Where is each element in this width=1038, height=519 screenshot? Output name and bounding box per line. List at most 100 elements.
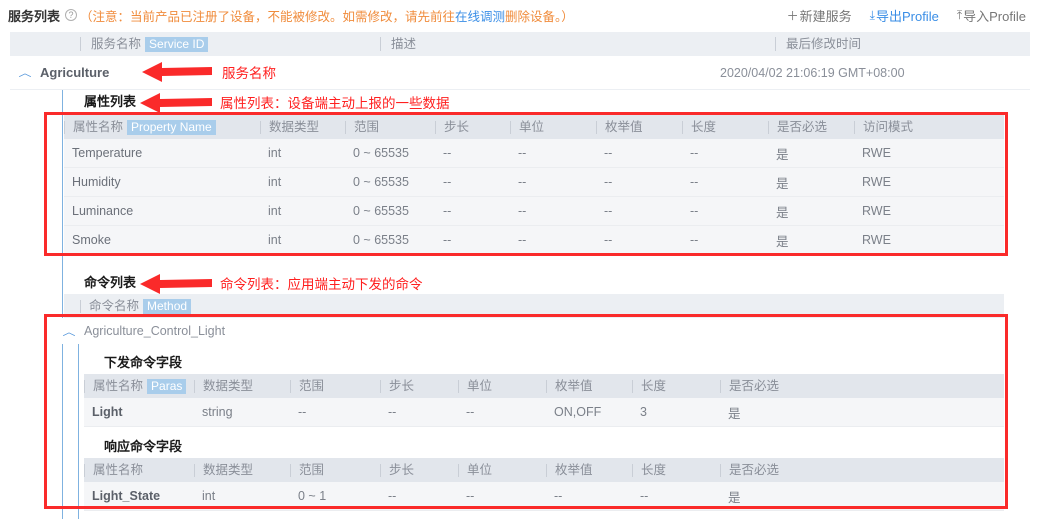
command-collapse-caret-icon[interactable]: ︿ bbox=[54, 324, 84, 338]
service-tree-rail bbox=[62, 90, 63, 519]
property-name-badge: Property Name bbox=[127, 119, 216, 135]
service-name-annotation: 服务名称 bbox=[222, 66, 276, 81]
cell-length: -- bbox=[690, 204, 699, 218]
cell-unit: -- bbox=[518, 175, 527, 189]
property-col-name-label: 属性名称 bbox=[73, 119, 124, 134]
table-row[interactable]: Luminance int 0 ~ 65535 -- -- -- -- 是 RWE bbox=[64, 197, 1004, 226]
cell-access: RWE bbox=[862, 204, 891, 218]
export-profile-label: 导出Profile bbox=[875, 8, 939, 24]
cell-unit: -- bbox=[518, 233, 527, 247]
left-arrow-icon bbox=[142, 62, 212, 82]
cell-step: -- bbox=[443, 175, 452, 189]
help-circle-icon[interactable]: ? bbox=[65, 9, 78, 21]
response-col-length: 长度 bbox=[632, 463, 720, 477]
response-col-type: 数据类型 bbox=[194, 463, 290, 477]
cell-required: 是 bbox=[776, 234, 789, 249]
import-profile-button[interactable]: ⤒ 导入Profile bbox=[957, 6, 1026, 25]
cell-range: 0 ~ 65535 bbox=[353, 233, 409, 247]
upload-icon: ⤒ bbox=[956, 7, 963, 22]
collapse-caret-icon[interactable]: ︿ bbox=[10, 65, 40, 79]
cell-step: -- bbox=[388, 405, 397, 419]
cell-name: Humidity bbox=[72, 175, 121, 189]
request-col-step: 步长 bbox=[380, 379, 458, 393]
property-table-body: Temperature int 0 ~ 65535 -- -- -- -- 是 RWE Humid… bbox=[64, 139, 1004, 255]
request-col-unit: 单位 bbox=[458, 379, 546, 393]
command-list-title: 命令列表 bbox=[84, 275, 137, 290]
table-row[interactable]: Light_State int 0 ~ 1 -- -- -- -- 是 bbox=[84, 482, 1004, 511]
col-last-modified-label: 最后修改时间 bbox=[786, 37, 862, 51]
service-last-modified-value: 2020/04/02 21:06:19 GMT+08:00 bbox=[720, 65, 905, 80]
online-debug-link[interactable]: 在线调测 bbox=[455, 10, 505, 24]
table-row[interactable]: Humidity int 0 ~ 65535 -- -- -- -- 是 RWE bbox=[64, 168, 1004, 197]
request-col-type: 数据类型 bbox=[194, 379, 290, 393]
cell-step: -- bbox=[388, 489, 397, 503]
cell-access: RWE bbox=[862, 146, 891, 160]
paras-badge: Paras bbox=[147, 378, 187, 394]
property-table-header: 属性名称 Property Name 数据类型 范围 步长 单位 枚举值 长度 … bbox=[64, 115, 1004, 139]
col-description-label: 描述 bbox=[391, 37, 417, 51]
cell-enum: -- bbox=[604, 204, 613, 218]
property-annotation-arrow-icon bbox=[140, 93, 212, 113]
method-badge: Method bbox=[143, 298, 192, 314]
cell-unit: -- bbox=[466, 405, 475, 419]
col-service-name: 服务名称 Service ID bbox=[80, 36, 380, 52]
cell-step: -- bbox=[443, 233, 452, 247]
response-col-enum: 枚举值 bbox=[546, 463, 632, 477]
table-row[interactable]: Light string -- -- -- ON,OFF 3 是 bbox=[84, 398, 1004, 427]
new-service-button[interactable]: ＋新建服务 bbox=[787, 6, 852, 25]
property-col-length: 长度 bbox=[682, 120, 768, 134]
response-fields-title: 响应命令字段 bbox=[104, 439, 183, 454]
new-service-label: 新建服务 bbox=[799, 8, 852, 24]
cell-type: int bbox=[268, 204, 282, 218]
cell-name: Temperature bbox=[72, 146, 143, 160]
cell-name: Light_State bbox=[92, 489, 161, 503]
cell-type: int bbox=[268, 175, 282, 189]
page-header: 服务列表 ? （注意：当前产品已注册了设备，不能被修改。如需修改，请先前往在线调… bbox=[0, 0, 1038, 30]
cell-name: Light bbox=[92, 405, 123, 419]
request-table-body: Light string -- -- -- ON,OFF 3 是 bbox=[84, 398, 1004, 427]
notice-prefix: （注意：当前产品已注册了设备，不能被修改。如需修改，请先前往 bbox=[80, 9, 456, 24]
property-col-enum: 枚举值 bbox=[596, 120, 682, 134]
notice-suffix: 删除设备。） bbox=[505, 9, 574, 24]
request-col-required: 是否必选 bbox=[720, 379, 904, 393]
command-list-annotation: 命令列表：应用端主动下发的命令 bbox=[220, 277, 423, 292]
table-row[interactable]: Smoke int 0 ~ 65535 -- -- -- -- 是 RWE bbox=[64, 226, 1004, 255]
table-row[interactable]: Temperature int 0 ~ 65535 -- -- -- -- 是 RWE bbox=[64, 139, 1004, 168]
cell-type: string bbox=[202, 405, 233, 419]
command-table-header: 命令名称 Method bbox=[64, 294, 1004, 318]
col-service-name-label: 服务名称 bbox=[91, 37, 142, 51]
cell-enum: -- bbox=[604, 175, 613, 189]
cell-access: RWE bbox=[862, 175, 891, 189]
export-profile-button[interactable]: ⤓ 导出Profile bbox=[870, 6, 939, 25]
request-col-name: 属性名称 Paras bbox=[84, 378, 194, 394]
cell-enum: ON,OFF bbox=[554, 405, 602, 419]
property-list-title: 属性列表 bbox=[84, 94, 137, 109]
command-row[interactable]: ︿ Agriculture_Control_Light bbox=[48, 318, 1004, 344]
cell-required: 是 bbox=[776, 176, 789, 191]
response-col-step: 步长 bbox=[380, 463, 458, 477]
cell-enum: -- bbox=[604, 233, 613, 247]
cell-length: -- bbox=[640, 489, 649, 503]
cell-range: -- bbox=[298, 405, 307, 419]
property-col-type: 数据类型 bbox=[260, 120, 345, 134]
download-icon: ⤓ bbox=[869, 7, 875, 22]
request-table: 属性名称 Paras 数据类型 范围 步长 单位 枚举值 长度 是否必选 Lig… bbox=[84, 374, 1004, 427]
cell-step: -- bbox=[443, 204, 452, 218]
cell-name: Smoke bbox=[72, 233, 111, 247]
cell-name: Luminance bbox=[72, 204, 134, 218]
response-col-unit: 单位 bbox=[458, 463, 546, 477]
cell-length: -- bbox=[690, 175, 699, 189]
page-title: 服务列表 bbox=[8, 8, 61, 24]
cell-required: 是 bbox=[728, 490, 741, 505]
cell-length: -- bbox=[690, 146, 699, 160]
request-col-enum: 枚举值 bbox=[546, 379, 632, 393]
col-last-modified: 最后修改时间 bbox=[775, 37, 1030, 51]
cell-type: int bbox=[202, 489, 216, 503]
cell-enum: -- bbox=[554, 489, 563, 503]
cell-range: 0 ~ 65535 bbox=[353, 146, 409, 160]
response-col-range: 范围 bbox=[290, 463, 380, 477]
col-description: 描述 bbox=[380, 37, 775, 51]
request-col-name-label: 属性名称 bbox=[93, 378, 144, 393]
command-annotation-arrow-icon bbox=[140, 274, 212, 294]
property-col-name: 属性名称 Property Name bbox=[64, 119, 260, 135]
